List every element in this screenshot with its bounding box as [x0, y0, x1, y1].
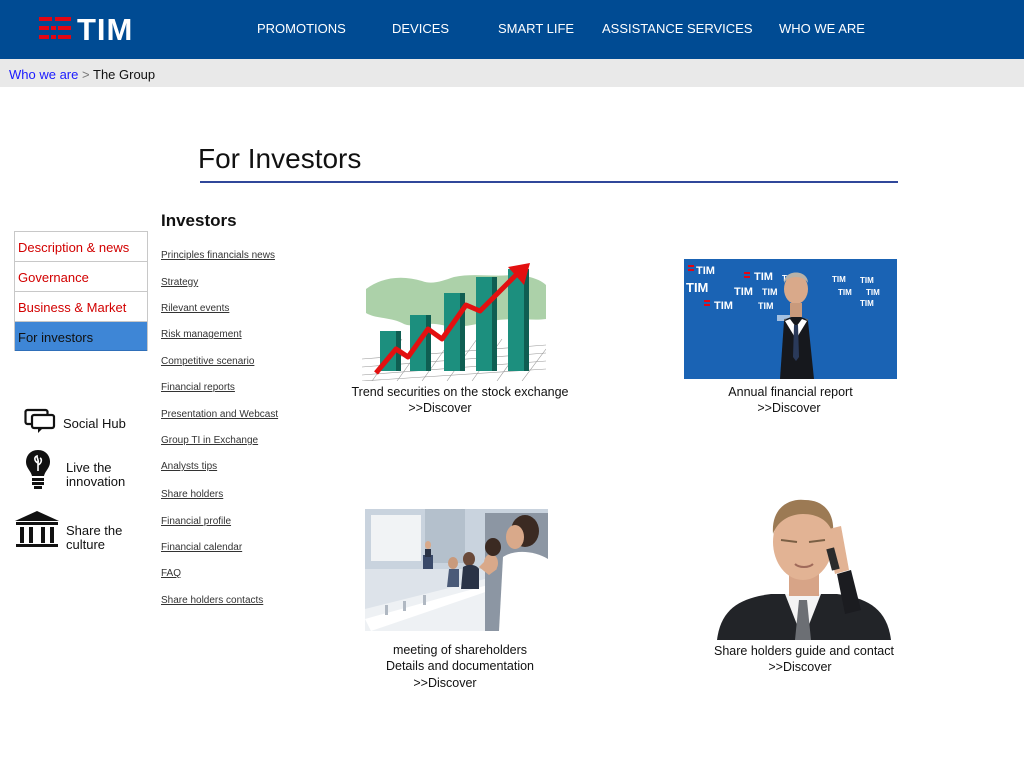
stock-chart-image[interactable]	[362, 259, 546, 381]
leftnav-business-market[interactable]: Business & Market	[15, 292, 147, 322]
nav-assistance-services[interactable]: ASSISTANCE SERVICES	[602, 21, 753, 36]
svg-text:TIM: TIM	[686, 280, 708, 295]
social-hub-label: Social Hub	[63, 416, 126, 431]
lightbulb-icon	[25, 449, 51, 494]
card-meeting-discover-link[interactable]: >>Discover	[340, 675, 550, 691]
leftnav-description-news[interactable]: Description & news	[15, 232, 147, 262]
link-financial-profile[interactable]: Financial profile	[161, 516, 231, 527]
svg-text:TIM: TIM	[714, 300, 733, 312]
link-rilevant-events[interactable]: Rilevant events	[161, 303, 229, 314]
tim-logo[interactable]: TIM	[39, 12, 141, 47]
svg-text:TIM: TIM	[734, 286, 753, 298]
museum-icon	[14, 510, 60, 553]
tim-logo-icon	[39, 17, 71, 39]
svg-text:TIM: TIM	[696, 265, 715, 277]
nav-promotions[interactable]: PROMOTIONS	[257, 21, 346, 36]
breadcrumb: Who we are > The Group	[0, 59, 1024, 87]
nav-smart-life[interactable]: SMART LIFE	[498, 21, 574, 36]
breadcrumb-who-we-are[interactable]: Who we are	[9, 67, 78, 82]
link-principles-financials-news[interactable]: Principles financials news	[161, 250, 275, 261]
link-share-holders-contacts[interactable]: Share holders contacts	[161, 595, 263, 606]
card-shareholders-meeting: meeting of shareholders Details and docu…	[340, 509, 580, 694]
leftnav-governance[interactable]: Governance	[15, 262, 147, 292]
breadcrumb-current: The Group	[93, 67, 156, 82]
card-guide-discover-link[interactable]: >>Discover	[708, 659, 892, 675]
meeting-photo[interactable]	[365, 509, 548, 631]
svg-text:TIM: TIM	[860, 276, 874, 285]
nav-who-we-are[interactable]: WHO WE ARE	[779, 21, 865, 36]
link-analysts-tips[interactable]: Analysts tips	[161, 461, 217, 472]
link-faq[interactable]: FAQ	[161, 568, 181, 579]
left-navigation: Description & news Governance Business &…	[14, 231, 148, 351]
speaker-photo[interactable]: TIM TIM TIM TIM TIM TIM TIM TIM TIM TIM TIM TIM…	[684, 259, 897, 379]
top-navigation-bar: TIM PROMOTIONS DEVICES SMART LIFE ASSIST…	[0, 0, 1024, 59]
page-title: For Investors	[198, 143, 362, 174]
svg-text:TIM: TIM	[838, 288, 852, 297]
title-divider	[200, 181, 898, 183]
card-trend-title: Trend securities on the stock exchange	[351, 385, 569, 399]
page: TIM PROMOTIONS DEVICES SMART LIFE ASSIST…	[0, 0, 1024, 768]
link-financial-reports[interactable]: Financial reports	[161, 382, 235, 393]
share-culture-link[interactable]: Share the culture	[14, 510, 154, 552]
leftnav-for-investors[interactable]: For investors	[15, 322, 147, 351]
card-trend-discover-link[interactable]: >>Discover	[340, 400, 540, 416]
svg-text:TIM: TIM	[758, 301, 774, 311]
link-strategy[interactable]: Strategy	[161, 277, 198, 288]
social-hub-link[interactable]: Social Hub	[14, 406, 154, 436]
chat-bubbles-icon	[24, 408, 58, 437]
card-annual-report: TIM TIM TIM TIM TIM TIM TIM TIM TIM TIM TIM TIM…	[684, 259, 897, 425]
svg-text:TIM: TIM	[754, 271, 773, 283]
card-meeting-title: meeting of shareholders	[392, 643, 528, 657]
svg-text:TIM: TIM	[762, 287, 778, 297]
card-shareholders-guide: Share holders guide and contact >>Discov…	[708, 490, 900, 680]
svg-text:TIM: TIM	[832, 275, 846, 284]
card-trend-securities: Trend securities on the stock exchange >…	[340, 255, 580, 425]
logo-text: TIM	[77, 12, 134, 47]
card-annual-title: Annual financial report	[728, 385, 853, 399]
breadcrumb-separator: >	[82, 67, 90, 82]
link-financial-calendar[interactable]: Financial calendar	[161, 542, 242, 553]
card-guide-title: Share holders guide and contact	[714, 644, 894, 658]
card-annual-discover-link[interactable]: >>Discover	[684, 400, 894, 416]
link-risk-management[interactable]: Risk management	[161, 329, 242, 340]
nav-devices[interactable]: DEVICES	[392, 21, 449, 36]
link-presentation-webcast[interactable]: Presentation and Webcast	[161, 409, 278, 420]
share-culture-label: Share the culture	[66, 523, 123, 552]
live-innovation-label: Live the innovation	[66, 460, 126, 489]
live-innovation-link[interactable]: Live the innovation	[14, 449, 154, 491]
link-group-ti-exchange[interactable]: Group TI in Exchange	[161, 435, 258, 446]
svg-text:TIM: TIM	[860, 299, 874, 308]
link-competitive-scenario[interactable]: Competitive scenario	[161, 356, 254, 367]
svg-text:TIM: TIM	[866, 288, 880, 297]
investors-heading: Investors	[161, 211, 237, 230]
card-meeting-subtitle: Details and documentation	[385, 659, 534, 673]
link-share-holders[interactable]: Share holders	[161, 489, 223, 500]
phone-man-photo[interactable]	[711, 490, 896, 640]
